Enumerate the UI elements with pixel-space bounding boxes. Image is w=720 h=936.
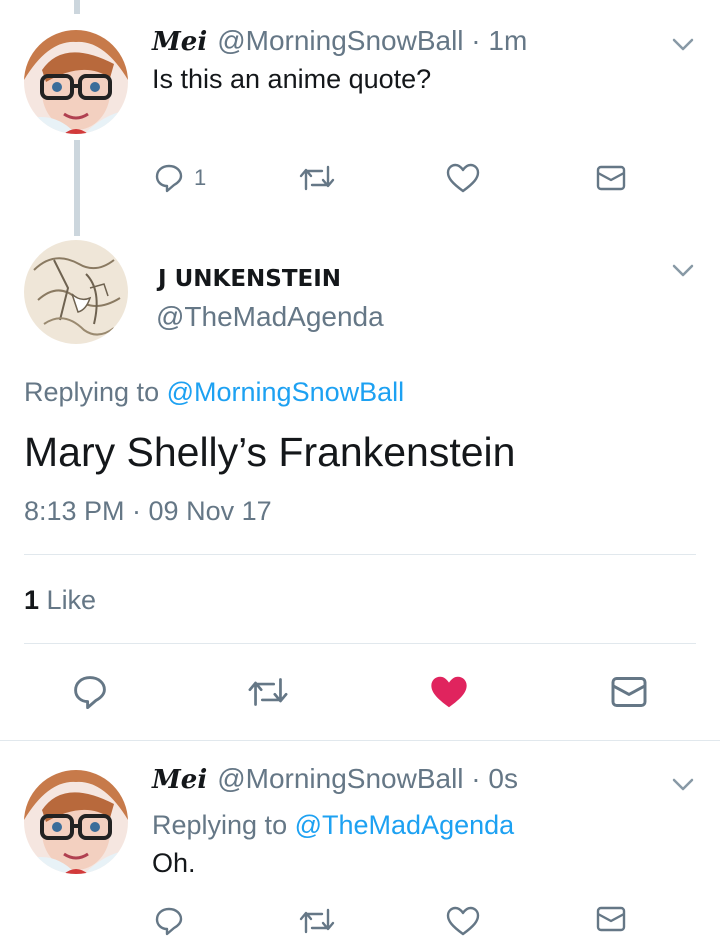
handle[interactable]: @MorningSnowBall — [217, 763, 463, 794]
retweet-icon — [299, 908, 335, 934]
reply-icon — [155, 164, 183, 193]
divider — [24, 554, 696, 555]
retweet-button[interactable] — [298, 163, 336, 193]
envelope-icon — [596, 906, 626, 932]
like-button[interactable] — [446, 163, 480, 193]
replying-to-link[interactable]: @MorningSnowBall — [167, 377, 405, 407]
replying-to-line: Replying to @MorningSnowBall — [24, 375, 404, 409]
thread-line-top — [74, 0, 80, 14]
heart-icon — [446, 906, 480, 936]
tweet-time[interactable]: · 1m — [471, 25, 527, 56]
chevron-down-icon[interactable] — [672, 38, 694, 52]
tweet-header: Mei @MorningSnowBall · 1m — [152, 24, 527, 59]
retweet-icon — [248, 678, 288, 706]
like-button[interactable] — [446, 906, 480, 936]
message-button[interactable] — [596, 165, 626, 191]
divider — [24, 643, 696, 644]
display-name[interactable]: Mei — [152, 27, 207, 57]
tweet-text: Is this an anime quote? — [152, 64, 432, 94]
reply-button[interactable]: 1 — [154, 163, 206, 193]
likes-stat[interactable]: 1 Like — [24, 583, 96, 617]
replying-prefix: Replying to — [152, 810, 288, 840]
display-name[interactable]: J UNKENSTEIN — [158, 262, 341, 296]
retweet-button[interactable] — [246, 675, 290, 709]
handle[interactable]: @MorningSnowBall — [217, 25, 463, 56]
likes-count: 1 — [24, 585, 40, 615]
display-name[interactable]: Mei — [152, 765, 207, 795]
heart-icon — [446, 163, 480, 193]
tweet-time[interactable]: · 0s — [471, 763, 518, 794]
avatar[interactable] — [24, 240, 128, 344]
tweet-text: Mary Shelly’s Frankenstein — [24, 429, 516, 475]
tweet-text: Oh. — [152, 848, 196, 878]
likes-label: Like — [46, 585, 97, 615]
tweet-header: Mei @MorningSnowBall · 0s — [152, 762, 518, 797]
message-button[interactable] — [596, 906, 626, 932]
like-button[interactable] — [429, 674, 469, 710]
retweet-button[interactable] — [298, 906, 336, 936]
replying-to-link[interactable]: @TheMadAgenda — [295, 810, 515, 840]
reply-button[interactable] — [72, 674, 108, 710]
avatar[interactable] — [24, 770, 128, 874]
envelope-icon — [611, 676, 647, 708]
envelope-icon — [596, 165, 626, 191]
replying-prefix: Replying to — [24, 377, 160, 407]
avatar[interactable] — [24, 30, 128, 134]
chevron-down-icon[interactable] — [672, 264, 694, 278]
heart-filled-icon — [431, 676, 467, 708]
reply-count: 1 — [194, 165, 207, 190]
retweet-icon — [299, 165, 335, 191]
handle[interactable]: @TheMadAgenda — [156, 300, 384, 334]
separator — [0, 740, 720, 741]
reply-button[interactable] — [154, 906, 184, 936]
replying-to-line: Replying to @TheMadAgenda — [152, 808, 514, 842]
message-button[interactable] — [610, 676, 648, 708]
reply-icon — [74, 676, 106, 710]
tweet-timestamp[interactable]: 8:13 PM · 09 Nov 17 — [24, 494, 272, 528]
thread-line-mid — [74, 140, 80, 236]
chevron-down-icon[interactable] — [672, 778, 694, 792]
reply-icon — [155, 907, 183, 936]
